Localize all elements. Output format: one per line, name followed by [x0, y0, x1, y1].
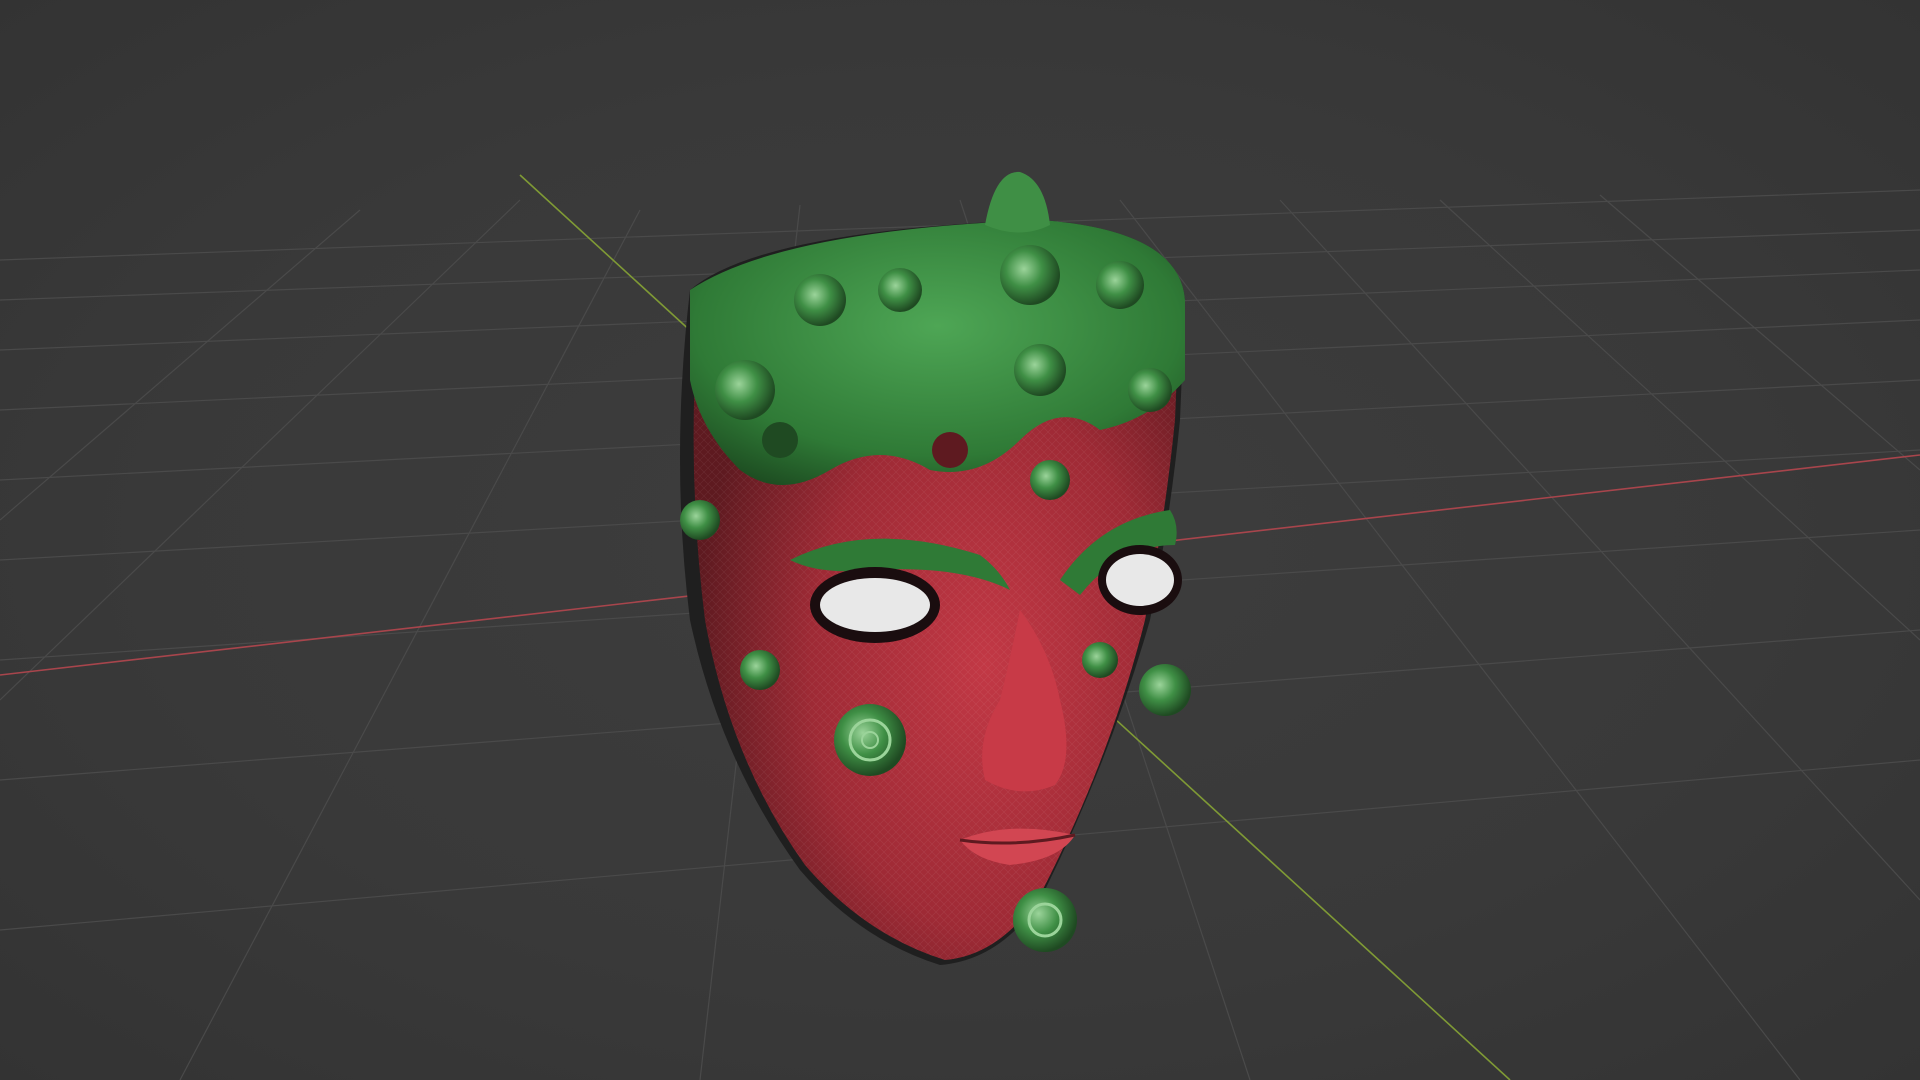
crown-spike [985, 171, 1050, 233]
mask-mesh[interactable] [680, 171, 1191, 965]
viewport-canvas[interactable] [0, 0, 1920, 1080]
right-eye [1098, 545, 1182, 615]
3d-viewport[interactable] [0, 0, 1920, 1080]
left-eye [810, 567, 940, 643]
